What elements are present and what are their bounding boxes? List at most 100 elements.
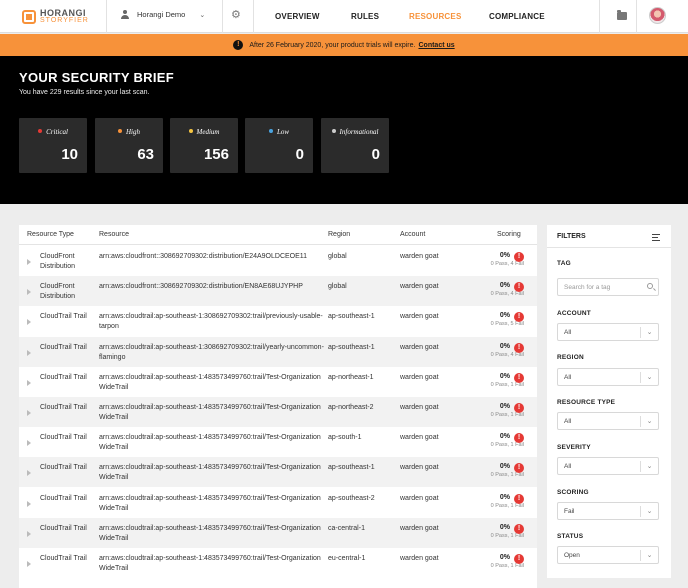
nav-compliance[interactable]: COMPLIANCE bbox=[489, 12, 545, 21]
header-scoring[interactable]: Scoring bbox=[497, 231, 521, 238]
severity-card-informational[interactable]: Informational 0 bbox=[321, 118, 389, 173]
table-row[interactable]: CloudTrail Trail arn:aws:cloudtrail:ap-so… bbox=[19, 548, 537, 578]
chevron-down-icon: ⌄ bbox=[640, 372, 658, 383]
resources-table: Resource Type Resource Region Account Sc… bbox=[19, 225, 537, 588]
cell-resource-arn: arn:aws:cloudtrail:ap-southeast-1:483573… bbox=[99, 494, 321, 512]
fail-alert-icon: ! bbox=[514, 372, 524, 383]
table-row[interactable]: CloudTrail Trail arn:aws:cloudtrail:ap-so… bbox=[19, 397, 537, 427]
severity-filter-label: SEVERITY bbox=[557, 444, 591, 451]
status-filter-select[interactable]: Open ⌄ bbox=[557, 546, 659, 564]
folder-icon[interactable] bbox=[617, 10, 627, 20]
expand-caret-icon[interactable] bbox=[27, 379, 31, 386]
cell-resource-type: CloudTrail Trail bbox=[40, 343, 87, 351]
table-row[interactable]: CloudTrail Trail arn:aws:cloudtrail:ap-so… bbox=[19, 336, 537, 367]
banner-text: After 26 February 2020, your product tri… bbox=[249, 41, 416, 49]
logo-mark-icon bbox=[22, 10, 36, 24]
nav-resources[interactable]: RESOURCES bbox=[409, 12, 461, 21]
severity-filter-select[interactable]: All ⌄ bbox=[557, 457, 659, 475]
severity-card-critical[interactable]: Critical 10 bbox=[19, 118, 87, 173]
score-percent: 0% bbox=[499, 312, 510, 320]
nav-rules[interactable]: RULES bbox=[351, 12, 379, 21]
header-resource-type[interactable]: Resource Type bbox=[27, 231, 74, 238]
divider bbox=[222, 0, 223, 33]
filters-title: FILTERS bbox=[557, 233, 586, 240]
fail-alert-icon: ! bbox=[514, 523, 524, 534]
cell-region: ap-northeast-2 bbox=[328, 404, 374, 411]
severity-card-medium[interactable]: Medium 156 bbox=[170, 118, 238, 173]
cell-region: ap-southeast-2 bbox=[328, 494, 375, 502]
cell-resource-arn: arn:aws:cloudtrail:ap-southeast-1:483573… bbox=[99, 555, 321, 572]
cell-resource-type: CloudTrail Trail bbox=[40, 524, 87, 532]
pass-fail-count: 0 Pass, 4 Fail bbox=[490, 291, 524, 298]
filter-lines-icon[interactable] bbox=[652, 234, 660, 241]
table-row[interactable]: CloudFront Distribution arn:aws:cloudfron… bbox=[19, 246, 537, 276]
horangi-logo[interactable]: HORANGI STORYFIER bbox=[22, 8, 89, 26]
header-resource[interactable]: Resource bbox=[99, 231, 129, 238]
table-row[interactable]: CloudTrail Trail arn:aws:cloudtrail:ap-so… bbox=[19, 517, 537, 548]
expand-caret-icon[interactable] bbox=[27, 470, 31, 477]
table-row[interactable]: CloudTrail Trail arn:aws:cloudtrail:ap-so… bbox=[19, 457, 537, 488]
fail-alert-icon: ! bbox=[514, 252, 524, 262]
tag-search-placeholder: Search for a tag bbox=[564, 284, 611, 291]
critical-dot-icon bbox=[38, 129, 43, 133]
critical-count: 10 bbox=[61, 146, 78, 163]
cell-account: warden goat bbox=[400, 313, 439, 321]
expand-caret-icon[interactable] bbox=[27, 561, 31, 567]
brand-line1: HORANGI bbox=[40, 8, 86, 18]
table-row[interactable]: CloudTrail Trail arn:aws:cloudtrail:ap-so… bbox=[19, 367, 537, 397]
pass-fail-count: 0 Pass, 1 Fail bbox=[490, 532, 524, 539]
expand-caret-icon[interactable] bbox=[27, 319, 31, 326]
scoring-filter-label: SCORING bbox=[557, 489, 589, 496]
contact-us-link[interactable]: Contact us bbox=[418, 42, 454, 49]
account-filter-select[interactable]: All ⌄ bbox=[557, 323, 659, 341]
resource-type-filter-select[interactable]: All ⌄ bbox=[557, 412, 659, 430]
table-row[interactable]: CloudTrail Trail arn:aws:cloudtrail:ap-so… bbox=[19, 427, 537, 457]
pass-fail-count: 0 Pass, 1 Fail bbox=[490, 412, 524, 418]
cell-account: warden goat bbox=[400, 253, 439, 260]
pass-fail-count: 0 Pass, 4 Fail bbox=[490, 261, 524, 267]
expand-caret-icon[interactable] bbox=[27, 500, 31, 507]
region-filter-select[interactable]: All ⌄ bbox=[557, 368, 659, 386]
cell-resource-arn: arn:aws:cloudtrail:ap-southeast-1:308692… bbox=[99, 343, 324, 361]
gear-icon[interactable]: ⚙ bbox=[231, 10, 242, 21]
cell-resource-arn: arn:aws:cloudfront::308692709302:distrib… bbox=[99, 283, 303, 291]
informational-count: 0 bbox=[371, 146, 380, 163]
fail-alert-icon: ! bbox=[514, 554, 524, 564]
cell-scoring: 0%! 0 Pass, 4 Fail bbox=[464, 342, 524, 358]
expand-caret-icon[interactable] bbox=[27, 410, 31, 416]
tag-search-input[interactable]: Search for a tag bbox=[557, 278, 659, 296]
cell-resource-type: CloudTrail Trail bbox=[40, 373, 87, 381]
cell-resource-type: CloudTrail Trail bbox=[40, 494, 87, 502]
severity-card-high[interactable]: High 63 bbox=[95, 118, 163, 173]
expand-caret-icon[interactable] bbox=[27, 440, 31, 447]
cell-account: warden goat bbox=[400, 434, 439, 442]
expand-caret-icon[interactable] bbox=[27, 530, 31, 537]
cell-resource-type: CloudFront Distribution bbox=[40, 253, 76, 270]
high-count: 63 bbox=[137, 146, 154, 163]
brand-line2: STORYFIER bbox=[40, 17, 89, 24]
pass-fail-count: 0 Pass, 4 Fail bbox=[490, 351, 524, 358]
table-row[interactable]: CloudFront Distribution arn:aws:cloudfron… bbox=[19, 276, 537, 307]
scoring-filter-select[interactable]: Fail ⌄ bbox=[557, 502, 659, 520]
expand-caret-icon[interactable] bbox=[27, 289, 31, 296]
cell-region: ap-southeast-1 bbox=[328, 464, 375, 472]
nav-overview[interactable]: OVERVIEW bbox=[275, 12, 320, 21]
cell-region: global bbox=[328, 283, 347, 291]
security-brief: YOUR SECURITY BRIEF You have 229 results… bbox=[0, 56, 688, 204]
header-account[interactable]: Account bbox=[400, 231, 425, 238]
trial-banner: ! After 26 February 2020, your product t… bbox=[0, 34, 688, 56]
chevron-down-icon: ⌄ bbox=[640, 550, 658, 561]
medium-dot-icon bbox=[188, 129, 193, 133]
expand-caret-icon[interactable] bbox=[27, 349, 31, 356]
table-row[interactable]: CloudTrail Trail arn:aws:cloudtrail:ap-so… bbox=[19, 488, 537, 518]
cell-account: warden goat bbox=[400, 555, 439, 562]
header-region[interactable]: Region bbox=[328, 231, 350, 238]
severity-card-low[interactable]: Low 0 bbox=[245, 118, 313, 173]
table-row[interactable]: CloudTrail Trail arn:aws:cloudtrail:ap-so… bbox=[19, 306, 537, 336]
user-avatar[interactable] bbox=[649, 7, 666, 24]
expand-caret-icon[interactable] bbox=[27, 259, 31, 265]
divider bbox=[636, 0, 637, 33]
pass-fail-count: 0 Pass, 5 Fail bbox=[490, 321, 524, 328]
account-switcher[interactable]: Horangi Demo ⌄ bbox=[121, 10, 205, 19]
cell-scoring: 0%! 0 Pass, 1 Fail bbox=[464, 523, 524, 539]
